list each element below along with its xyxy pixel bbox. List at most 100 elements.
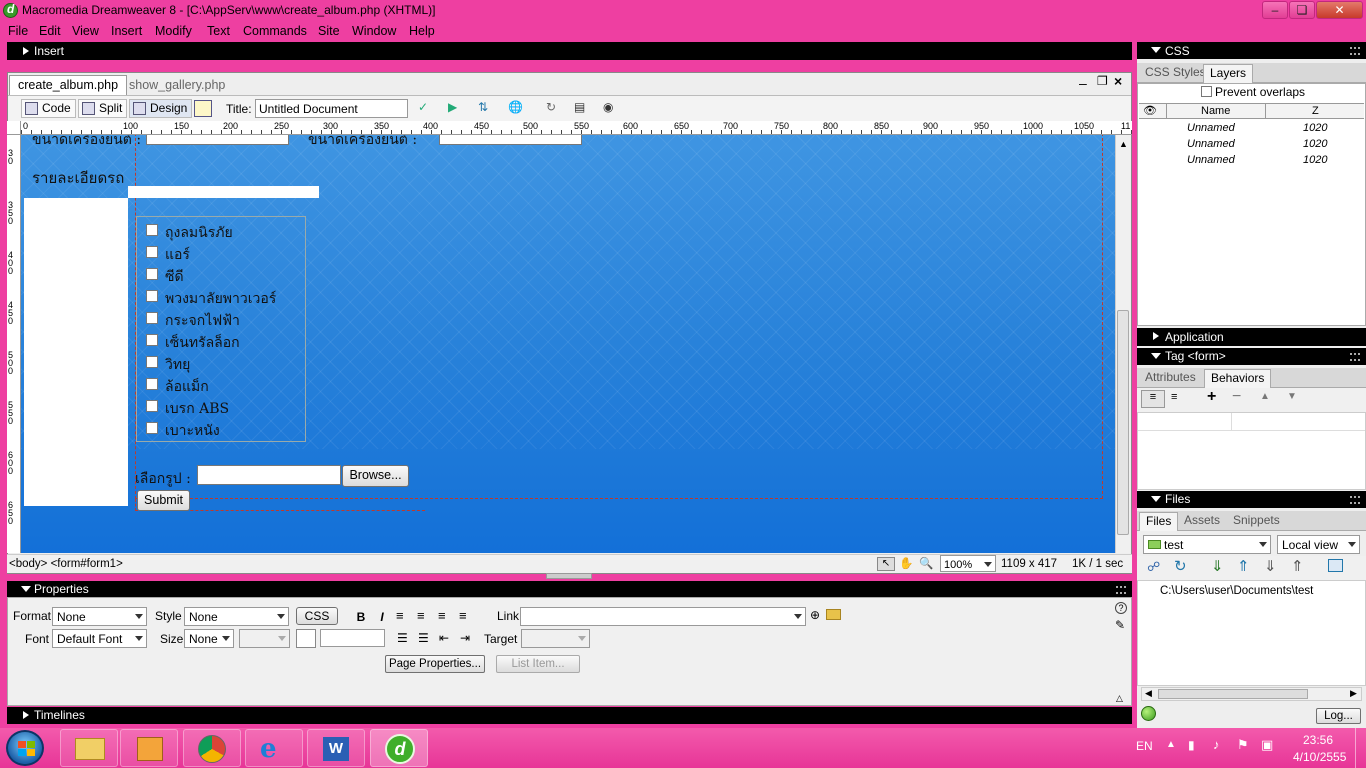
list-item-button[interactable]: List Item...	[496, 655, 580, 673]
expand-files-icon[interactable]	[1328, 559, 1343, 572]
scrollbar-thumb[interactable]	[1117, 310, 1129, 535]
connect-icon[interactable]: ☍	[1147, 559, 1160, 575]
size-unit-select[interactable]	[239, 629, 290, 648]
panel-options-icon[interactable]	[1350, 47, 1360, 55]
scroll-up-icon[interactable]: ▲	[1119, 139, 1128, 149]
show-desktop-button[interactable]	[1355, 728, 1366, 768]
clock-time[interactable]: 23:56	[1303, 733, 1333, 747]
move-down-icon[interactable]: ▼	[1287, 391, 1297, 402]
layer-name[interactable]: Unnamed	[1187, 122, 1235, 134]
start-button[interactable]	[6, 730, 44, 766]
zoom-select[interactable]: 100%	[940, 555, 996, 572]
doc-restore-icon[interactable]: ❐	[1097, 74, 1108, 88]
prevent-overlaps-checkbox[interactable]	[1201, 86, 1212, 97]
remove-behavior-icon[interactable]: −	[1232, 388, 1241, 406]
site-select[interactable]: test	[1143, 535, 1271, 554]
menu-commands[interactable]: Commands	[243, 24, 307, 38]
window-size[interactable]: 1109 x 417	[1001, 558, 1057, 570]
target-select[interactable]	[521, 629, 590, 648]
option-checkbox[interactable]	[146, 224, 158, 236]
menu-view[interactable]: View	[72, 24, 99, 38]
option-checkbox[interactable]	[146, 334, 158, 346]
name-column-header[interactable]: Name	[1201, 105, 1230, 117]
layer-z[interactable]: 1020	[1303, 122, 1327, 134]
option-checkbox[interactable]	[146, 268, 158, 280]
files-horizontal-scrollbar[interactable]: ◀ ▶	[1141, 687, 1362, 701]
menu-text[interactable]: Text	[207, 24, 230, 38]
submit-button[interactable]: Submit	[137, 490, 190, 511]
timelines-header[interactable]: Timelines	[7, 707, 1132, 724]
dreamweaver-taskbar-button[interactable]: d	[370, 729, 428, 767]
menu-edit[interactable]: Edit	[39, 24, 61, 38]
option-checkbox[interactable]	[146, 290, 158, 302]
canvas-vertical-scrollbar[interactable]: ▲	[1115, 135, 1130, 553]
option-checkbox[interactable]	[146, 400, 158, 412]
option-checkbox[interactable]	[146, 378, 158, 390]
ruler-origin[interactable]	[7, 121, 21, 135]
doc-close-icon[interactable]: ×	[1114, 73, 1122, 89]
close-button[interactable]: ✕	[1316, 1, 1363, 19]
outdent-icon[interactable]: ⇤	[439, 631, 449, 645]
panel-options-icon[interactable]	[1350, 353, 1360, 361]
code-view-button[interactable]: Code	[21, 99, 76, 118]
files-panel-header[interactable]: Files	[1137, 491, 1366, 508]
style-select[interactable]: None	[184, 607, 289, 626]
layer-name[interactable]: Unnamed	[1187, 138, 1235, 150]
media-player-taskbar-button[interactable]	[120, 729, 178, 767]
log-button[interactable]: Log...	[1316, 708, 1361, 724]
tag-panel-header[interactable]: Tag <form>	[1137, 348, 1366, 365]
point-to-file-icon[interactable]: ⊕	[810, 608, 820, 622]
get-files-icon[interactable]: ⇓	[1211, 557, 1224, 575]
add-behavior-icon[interactable]: +	[1207, 388, 1216, 406]
tab-create-album[interactable]: create_album.php	[9, 75, 128, 96]
panel-options-icon[interactable]	[1116, 586, 1126, 594]
option-checkbox[interactable]	[146, 356, 158, 368]
tab-assets[interactable]: Assets	[1184, 513, 1220, 527]
italic-button[interactable]: I	[375, 610, 389, 624]
scroll-left-icon[interactable]: ◀	[1145, 688, 1152, 699]
align-right-icon[interactable]: ≡	[438, 608, 446, 623]
tab-layers[interactable]: Layers	[1203, 64, 1254, 83]
refresh-icon[interactable]: ↻	[546, 100, 564, 117]
preview-browser-icon[interactable]: 🌐	[508, 100, 526, 117]
word-taskbar-button[interactable]: W	[307, 729, 365, 767]
show-all-events-icon[interactable]: ≡	[1171, 391, 1177, 403]
option-checkbox[interactable]	[146, 422, 158, 434]
text-color-input[interactable]	[320, 629, 385, 647]
refresh-files-icon[interactable]: ↻	[1174, 557, 1187, 575]
view-select[interactable]: Local view	[1277, 535, 1360, 554]
option-checkbox[interactable]	[146, 312, 158, 324]
properties-header[interactable]: Properties	[7, 581, 1132, 597]
power-icon[interactable]: ▣	[1261, 737, 1273, 753]
format-select[interactable]: None	[52, 607, 147, 626]
action-center-icon[interactable]: ⚑	[1237, 737, 1249, 753]
view-options-icon[interactable]: ▤	[574, 100, 592, 117]
browse-folder-icon[interactable]	[826, 609, 841, 620]
expand-properties-icon[interactable]: △	[1116, 693, 1123, 704]
document-title-input[interactable]	[255, 99, 408, 118]
menu-insert[interactable]: Insert	[111, 24, 142, 38]
css-button[interactable]: CSS	[296, 607, 338, 625]
show-set-events-icon[interactable]: ≡	[1141, 390, 1165, 408]
put-files-icon[interactable]: ⇑	[1237, 557, 1250, 575]
application-panel-header[interactable]: Application	[1137, 328, 1366, 346]
tag-selector[interactable]: <body> <form#form1>	[9, 558, 123, 570]
size-select[interactable]: None	[184, 629, 234, 648]
panel-options-icon[interactable]	[1350, 496, 1360, 504]
volume-icon[interactable]: ♪	[1213, 737, 1220, 752]
tab-files[interactable]: Files	[1139, 512, 1179, 531]
page-properties-button[interactable]: Page Properties...	[385, 655, 485, 673]
tab-snippets[interactable]: Snippets	[1233, 513, 1280, 527]
select-tool-icon[interactable]: ↖	[877, 557, 895, 571]
indent-icon[interactable]: ⇥	[460, 631, 470, 645]
font-select[interactable]: Default Font	[52, 629, 147, 648]
insert-panel-header[interactable]: Insert	[7, 42, 1132, 60]
internet-explorer-taskbar-button[interactable]: e	[245, 729, 303, 767]
design-canvas[interactable]: ขนาดเครื่องยนต์ : ขนาดเครื่องยนต์ : รายล…	[21, 135, 1115, 553]
align-justify-icon[interactable]: ≡	[459, 608, 467, 623]
menu-window[interactable]: Window	[352, 24, 396, 38]
hand-tool-icon[interactable]: ✋	[899, 556, 913, 570]
details-textarea-top[interactable]	[128, 186, 319, 198]
tab-css-styles[interactable]: CSS Styles	[1145, 65, 1206, 79]
show-hidden-icons[interactable]: ▲	[1166, 739, 1176, 750]
